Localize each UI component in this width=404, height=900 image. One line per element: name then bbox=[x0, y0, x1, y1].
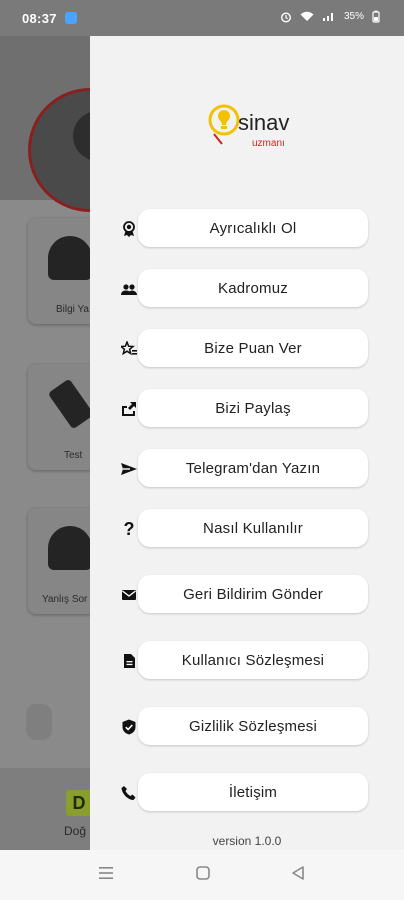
bg-card-label: Yanlış Sor bbox=[42, 594, 88, 605]
menu-lines-icon[interactable] bbox=[98, 865, 114, 881]
menu-item-geri-bildirim[interactable]: Geri Bildirim Gönder bbox=[90, 575, 404, 615]
pencil-icon bbox=[47, 378, 95, 430]
status-bar: 08:37 35% bbox=[0, 0, 404, 36]
logo-text: sinav bbox=[238, 110, 289, 135]
menu-button[interactable]: Ayrıcalıklı Ol bbox=[138, 209, 368, 247]
phone-icon bbox=[120, 784, 138, 802]
bg-tab-label: Doğ bbox=[64, 824, 87, 838]
people-icon bbox=[48, 236, 92, 280]
navigation-drawer: sinav uzmanı Ayrıcalıklı Ol Kadromuz Biz… bbox=[90, 36, 404, 850]
menu-button[interactable]: Bizi Paylaş bbox=[138, 389, 368, 427]
back-triangle-icon[interactable] bbox=[290, 865, 306, 881]
team-icon bbox=[120, 280, 138, 298]
bg-card-label: Test bbox=[64, 450, 83, 461]
menu-button[interactable]: Gizlilik Sözleşmesi bbox=[138, 707, 368, 745]
version-label: version 1.0.0 bbox=[212, 834, 282, 848]
menu-button[interactable]: İletişim bbox=[138, 773, 368, 811]
menu-item-ayricalikli-ol[interactable]: Ayrıcalıklı Ol bbox=[90, 209, 404, 249]
menu-button[interactable]: Nasıl Kullanılır bbox=[138, 509, 368, 547]
bg-tab-badge: D bbox=[66, 790, 92, 816]
menu-button[interactable]: Kadromuz bbox=[138, 269, 368, 307]
menu-item-gizlilik-sozlesmesi[interactable]: Gizlilik Sözleşmesi bbox=[90, 707, 404, 747]
system-nav-bar bbox=[0, 850, 404, 900]
menu-item-iletisim[interactable]: İletişim bbox=[90, 773, 404, 813]
medal-icon bbox=[120, 220, 138, 238]
shield-check-icon bbox=[120, 718, 138, 736]
signal-icon bbox=[322, 13, 333, 21]
wifi-icon bbox=[300, 11, 314, 21]
menu-item-kullanici-sozlesmesi[interactable]: Kullanıcı Sözleşmesi bbox=[90, 641, 404, 681]
menu-item-nasil-kullanilir[interactable]: ? Nasıl Kullanılır bbox=[90, 509, 404, 549]
hand-icon bbox=[26, 704, 52, 740]
battery-percent: 35% bbox=[343, 11, 364, 22]
notification-icon bbox=[64, 12, 77, 24]
logo-subtext: uzmanı bbox=[252, 138, 285, 149]
app-logo: sinav uzmanı bbox=[208, 104, 289, 149]
menu-item-telegram[interactable]: Telegram'dan Yazın bbox=[90, 449, 404, 489]
status-time: 08:37 bbox=[22, 10, 57, 26]
status-icons: 35% bbox=[280, 10, 380, 23]
star-rate-icon bbox=[120, 340, 138, 358]
send-icon bbox=[120, 460, 138, 478]
menu-button[interactable]: Kullanıcı Sözleşmesi bbox=[138, 641, 368, 679]
home-square-icon[interactable] bbox=[195, 865, 211, 881]
mail-icon bbox=[120, 586, 138, 604]
menu-item-kadromuz[interactable]: Kadromuz bbox=[90, 269, 404, 309]
share-icon bbox=[120, 400, 138, 418]
battery-icon bbox=[372, 10, 380, 23]
menu-button[interactable]: Geri Bildirim Gönder bbox=[138, 575, 368, 613]
question-icon: ? bbox=[123, 518, 135, 539]
menu-item-bize-puan-ver[interactable]: Bize Puan Ver bbox=[90, 329, 404, 369]
menu-button[interactable]: Bize Puan Ver bbox=[138, 329, 368, 367]
bg-card-label: Bilgi Ya bbox=[56, 304, 89, 315]
document-icon bbox=[120, 652, 138, 670]
menu-item-bizi-paylas[interactable]: Bizi Paylaş bbox=[90, 389, 404, 429]
person-icon bbox=[48, 526, 92, 570]
alarm-icon bbox=[280, 11, 291, 23]
menu-button[interactable]: Telegram'dan Yazın bbox=[138, 449, 368, 487]
